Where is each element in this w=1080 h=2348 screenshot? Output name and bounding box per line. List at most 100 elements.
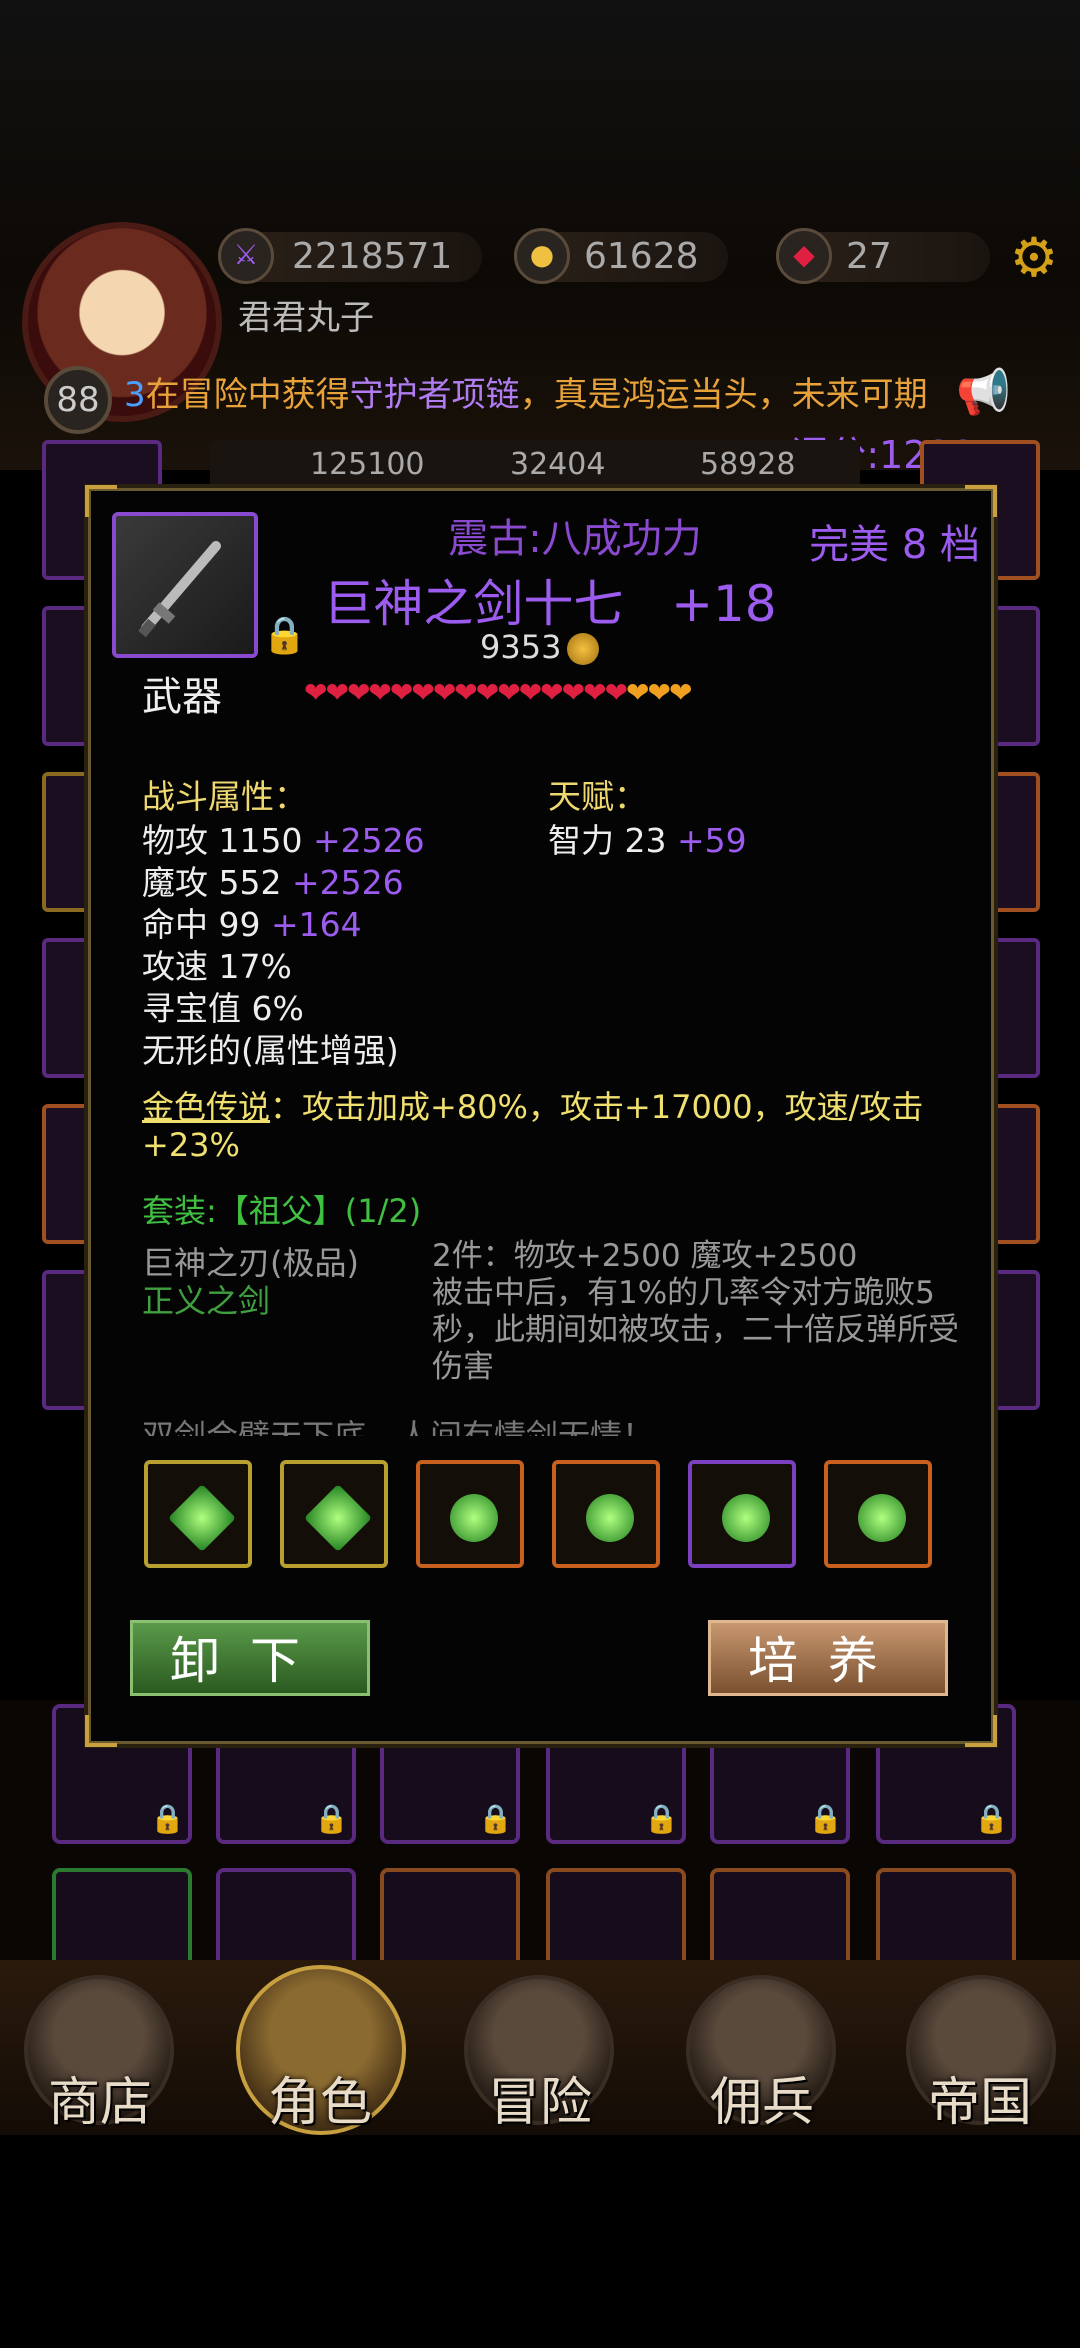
green-gem-icon (168, 1484, 236, 1552)
gold-value: 61628 (584, 236, 699, 277)
power-icon: ⚔ (218, 228, 274, 284)
nav-mercenary-label: 佣兵 (709, 2073, 814, 2133)
heart-red-icon: ❤ (518, 676, 543, 709)
power-value: 2218571 (292, 236, 453, 277)
unequip-button[interactable]: 卸下 (130, 1620, 370, 1696)
heart-red-icon: ❤ (304, 676, 328, 709)
stat-formless: 无形的(属性增强) (142, 1031, 399, 1070)
ticker-number: 3 (124, 375, 146, 415)
item-subtitle: 震古:八成功力 (448, 516, 702, 562)
stat-label: 智力 23 (548, 821, 667, 860)
frame-corner (965, 1715, 997, 1747)
heart-red-icon: ❤ (604, 676, 629, 709)
sword-icon (138, 541, 221, 638)
combat-header: 战斗属性： (142, 777, 307, 816)
gold-coin-icon (567, 633, 600, 665)
ticker-text-2: ，真是鸿运当头，未来可期 (519, 375, 928, 415)
stat-bonus: +2526 (312, 821, 425, 860)
gem-socket[interactable] (144, 1460, 252, 1568)
heart-red-icon: ❤ (389, 676, 414, 709)
stat-label: 命中 99 (142, 905, 261, 944)
item-icon-slot (112, 512, 258, 658)
gold-resource: ● 61628 (514, 228, 728, 284)
nav-role-label: 角色 (267, 2073, 372, 2133)
gem-socket[interactable] (552, 1460, 660, 1568)
heart-red-icon: ❤ (454, 676, 478, 709)
announcement-ticker: 3在冒险中获得守护者项链，真是鸿运当头，未来可期 (124, 370, 1004, 420)
gem-resource: ◆ 27 (776, 228, 990, 284)
heart-orange-icon: ❤ (668, 676, 693, 709)
gem-socket[interactable] (824, 1460, 932, 1568)
lock-icon[interactable]: 🔒 (262, 614, 307, 660)
heart-orange-icon: ❤ (626, 676, 650, 709)
stat-label: 魔攻 552 (142, 863, 282, 902)
player-name: 君君丸子 (238, 298, 374, 338)
bg-stat-1: 125100 (310, 447, 425, 482)
green-gem-icon (858, 1494, 906, 1542)
gem-socket[interactable] (688, 1460, 796, 1568)
lock-icon: 🔒 (150, 1802, 185, 1835)
upgrade-button[interactable]: 培养 (708, 1620, 948, 1696)
gem-socket[interactable] (280, 1460, 388, 1568)
item-name-text: 巨神之剑十七 (323, 575, 624, 633)
set-title: 套装:【祖父】(1/2) (142, 1192, 422, 1230)
bg-stat-3: 58928 (700, 447, 796, 482)
nav-shop-label: 商店 (47, 2073, 152, 2133)
stat-mag-atk: 魔攻 552 +2526 (142, 856, 404, 904)
heart-red-icon: ❤ (411, 676, 435, 709)
lock-icon: 🔒 (478, 1802, 513, 1835)
heart-red-icon: ❤ (540, 676, 564, 709)
quality-hearts: ❤❤❤❤❤❤❤❤❤❤❤❤❤❤❤❤❤❤ (304, 676, 844, 712)
ticker-item: 守护者项链 (349, 375, 520, 415)
lock-icon: 🔒 (314, 1802, 349, 1835)
megaphone-icon: 📢 (956, 367, 1011, 418)
lock-icon: 🔒 (974, 1802, 1009, 1835)
ruby-icon: ◆ (776, 228, 832, 284)
item-plus: +18 (671, 575, 777, 633)
nav-empire-label: 帝国 (927, 2073, 1032, 2133)
heart-red-icon: ❤ (475, 676, 500, 709)
stat-bonus: +2526 (291, 863, 404, 902)
frame-corner (85, 1715, 117, 1747)
settings-gear-icon[interactable]: ⚙ (1006, 230, 1062, 286)
green-gem-icon (586, 1494, 634, 1542)
heart-red-icon: ❤ (583, 676, 607, 709)
nav-adventure-label: 冒险 (487, 2073, 592, 2133)
stat-treasure: 寻宝值 6% (142, 989, 304, 1028)
heart-red-icon: ❤ (432, 676, 457, 709)
frame-corner (85, 485, 117, 517)
lock-icon: 🔒 (808, 1802, 843, 1835)
stat-int: 智力 23 +59 (548, 814, 747, 862)
stat-phys-atk: 物攻 1150 +2526 (142, 814, 425, 862)
stat-bonus: +164 (270, 905, 362, 944)
player-level-badge: 88 (44, 366, 112, 434)
legend-name[interactable]: 金色传说 (142, 1088, 270, 1126)
price-value: 9353 (480, 628, 562, 666)
set-item-2: 正义之剑 (142, 1282, 271, 1320)
heart-red-icon: ❤ (368, 676, 392, 709)
item-name: 巨神之剑十七 +18 (320, 564, 780, 636)
item-price: 9353 (480, 628, 610, 666)
gem-value: 27 (846, 236, 892, 277)
stat-hit: 命中 99 +164 (142, 898, 362, 946)
heart-orange-icon: ❤ (647, 676, 672, 709)
heart-red-icon: ❤ (561, 676, 586, 709)
gold-coin-icon: ● (514, 228, 570, 284)
set-bonus-2: 被击中后，有1%的几率令对方跪败5秒，此期间如被攻击，二十倍反弹所受伤害 (432, 1275, 959, 1385)
bg-stat-2: 32404 (510, 447, 606, 482)
ticker-text-1: 在冒险中获得 (145, 375, 350, 415)
stat-speed: 攻速 17% (142, 947, 292, 986)
power-resource: ⚔ 2218571 (218, 228, 482, 284)
set-bonus: 2件：物攻+2500 魔攻+2500 被击中后，有1%的几率令对方跪败5秒，此期… (432, 1238, 972, 1386)
green-gem-icon (304, 1484, 372, 1552)
stat-bonus: +59 (676, 821, 747, 860)
green-gem-icon (450, 1494, 498, 1542)
perfect-grade: 完美 8 档 (809, 522, 980, 568)
heart-red-icon: ❤ (346, 676, 371, 709)
item-quote: 双剑合璧天下底，人间有情剑无情！ (142, 1417, 655, 1436)
talent-header: 天赋： (548, 777, 647, 816)
gem-socket[interactable] (416, 1460, 524, 1568)
background-stats-bar: 125100 32404 58928 (210, 440, 860, 490)
legend-effect: 金色传说：攻击加成+80%，攻击+17000，攻速/攻击+23% (142, 1088, 962, 1164)
heart-red-icon: ❤ (497, 676, 521, 709)
